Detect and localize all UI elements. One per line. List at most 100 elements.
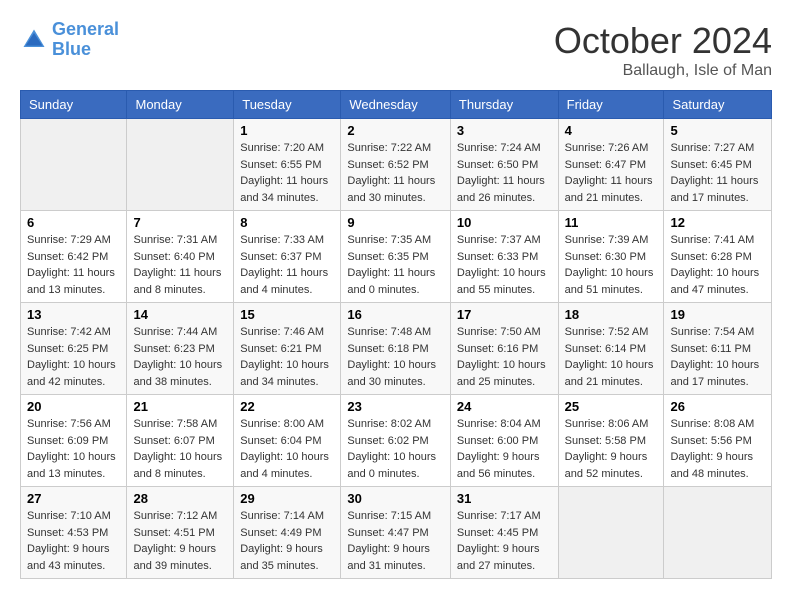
day-number: 7 <box>133 215 227 230</box>
calendar-cell: 11 Sunrise: 7:39 AM Sunset: 6:30 PM Dayli… <box>558 211 664 303</box>
weekday-header: Monday <box>127 91 234 119</box>
calendar-cell <box>664 487 772 579</box>
page-header: General Blue October 2024 Ballaugh, Isle… <box>20 20 772 80</box>
day-number: 4 <box>565 123 658 138</box>
calendar-cell: 14 Sunrise: 7:44 AM Sunset: 6:23 PM Dayli… <box>127 303 234 395</box>
calendar-cell <box>127 119 234 211</box>
calendar-cell <box>558 487 664 579</box>
day-info: Sunrise: 7:20 AM Sunset: 6:55 PM Dayligh… <box>240 140 334 206</box>
day-number: 11 <box>565 215 658 230</box>
day-info: Sunrise: 7:10 AM Sunset: 4:53 PM Dayligh… <box>27 508 120 574</box>
day-number: 25 <box>565 399 658 414</box>
logo-line2: Blue <box>52 39 91 59</box>
logo-text: General Blue <box>52 20 119 60</box>
calendar-cell: 20Sunrise: 7:56 AM Sunset: 6:09 PM Dayli… <box>21 395 127 487</box>
day-number: 18 <box>565 307 658 322</box>
calendar-week-row: 1 Sunrise: 7:20 AM Sunset: 6:55 PM Daylig… <box>21 119 772 211</box>
weekday-header: Saturday <box>664 91 772 119</box>
day-info: Sunrise: 7:50 AM Sunset: 6:16 PM Dayligh… <box>457 324 552 390</box>
calendar-cell: 9 Sunrise: 7:35 AM Sunset: 6:35 PM Daylig… <box>341 211 451 303</box>
logo: General Blue <box>20 20 119 60</box>
day-number: 14 <box>133 307 227 322</box>
day-number: 24 <box>457 399 552 414</box>
month-title: October 2024 <box>554 20 772 62</box>
day-number: 16 <box>347 307 444 322</box>
calendar-cell: 23Sunrise: 8:02 AM Sunset: 6:02 PM Dayli… <box>341 395 451 487</box>
day-number: 5 <box>670 123 765 138</box>
day-info: Sunrise: 7:46 AM Sunset: 6:21 PM Dayligh… <box>240 324 334 390</box>
day-number: 31 <box>457 491 552 506</box>
calendar-cell: 1 Sunrise: 7:20 AM Sunset: 6:55 PM Daylig… <box>234 119 341 211</box>
day-info: Sunrise: 8:08 AM Sunset: 5:56 PM Dayligh… <box>670 416 765 482</box>
calendar-cell: 4 Sunrise: 7:26 AM Sunset: 6:47 PM Daylig… <box>558 119 664 211</box>
day-number: 3 <box>457 123 552 138</box>
day-number: 29 <box>240 491 334 506</box>
weekday-header: Sunday <box>21 91 127 119</box>
day-info: Sunrise: 7:22 AM Sunset: 6:52 PM Dayligh… <box>347 140 444 206</box>
day-number: 2 <box>347 123 444 138</box>
calendar-cell: 21 Sunrise: 7:58 AM Sunset: 6:07 PM Dayli… <box>127 395 234 487</box>
day-info: Sunrise: 7:37 AM Sunset: 6:33 PM Dayligh… <box>457 232 552 298</box>
calendar-cell <box>21 119 127 211</box>
day-number: 28 <box>133 491 227 506</box>
day-number: 10 <box>457 215 552 230</box>
day-info: Sunrise: 7:41 AM Sunset: 6:28 PM Dayligh… <box>670 232 765 298</box>
day-info: Sunrise: 7:29 AM Sunset: 6:42 PM Dayligh… <box>27 232 120 298</box>
calendar-cell: 13 Sunrise: 7:42 AM Sunset: 6:25 PM Dayli… <box>21 303 127 395</box>
day-number: 9 <box>347 215 444 230</box>
logo-line1: General <box>52 19 119 39</box>
logo-icon <box>20 26 48 54</box>
day-info: Sunrise: 7:12 AM Sunset: 4:51 PM Dayligh… <box>133 508 227 574</box>
day-info: Sunrise: 7:58 AM Sunset: 6:07 PM Dayligh… <box>133 416 227 482</box>
day-info: Sunrise: 8:00 AM Sunset: 6:04 PM Dayligh… <box>240 416 334 482</box>
calendar-week-row: 13 Sunrise: 7:42 AM Sunset: 6:25 PM Dayli… <box>21 303 772 395</box>
day-number: 1 <box>240 123 334 138</box>
day-info: Sunrise: 7:54 AM Sunset: 6:11 PM Dayligh… <box>670 324 765 390</box>
calendar-cell: 31 Sunrise: 7:17 AM Sunset: 4:45 PM Dayli… <box>450 487 558 579</box>
day-number: 27 <box>27 491 120 506</box>
calendar-week-row: 20Sunrise: 7:56 AM Sunset: 6:09 PM Dayli… <box>21 395 772 487</box>
day-info: Sunrise: 7:48 AM Sunset: 6:18 PM Dayligh… <box>347 324 444 390</box>
day-info: Sunrise: 7:15 AM Sunset: 4:47 PM Dayligh… <box>347 508 444 574</box>
calendar-cell: 26 Sunrise: 8:08 AM Sunset: 5:56 PM Dayli… <box>664 395 772 487</box>
calendar-week-row: 6 Sunrise: 7:29 AM Sunset: 6:42 PM Daylig… <box>21 211 772 303</box>
day-number: 26 <box>670 399 765 414</box>
day-info: Sunrise: 7:31 AM Sunset: 6:40 PM Dayligh… <box>133 232 227 298</box>
day-number: 19 <box>670 307 765 322</box>
day-number: 21 <box>133 399 227 414</box>
day-info: Sunrise: 7:35 AM Sunset: 6:35 PM Dayligh… <box>347 232 444 298</box>
day-number: 23 <box>347 399 444 414</box>
day-info: Sunrise: 7:56 AM Sunset: 6:09 PM Dayligh… <box>27 416 120 482</box>
day-number: 12 <box>670 215 765 230</box>
calendar-cell: 17 Sunrise: 7:50 AM Sunset: 6:16 PM Dayli… <box>450 303 558 395</box>
day-number: 13 <box>27 307 120 322</box>
day-number: 17 <box>457 307 552 322</box>
calendar-cell: 19 Sunrise: 7:54 AM Sunset: 6:11 PM Dayli… <box>664 303 772 395</box>
weekday-header-row: SundayMondayTuesdayWednesdayThursdayFrid… <box>21 91 772 119</box>
day-number: 8 <box>240 215 334 230</box>
calendar-cell: 15 Sunrise: 7:46 AM Sunset: 6:21 PM Dayli… <box>234 303 341 395</box>
day-info: Sunrise: 7:17 AM Sunset: 4:45 PM Dayligh… <box>457 508 552 574</box>
day-info: Sunrise: 7:26 AM Sunset: 6:47 PM Dayligh… <box>565 140 658 206</box>
calendar-cell: 8 Sunrise: 7:33 AM Sunset: 6:37 PM Daylig… <box>234 211 341 303</box>
weekday-header: Thursday <box>450 91 558 119</box>
calendar-week-row: 27 Sunrise: 7:10 AM Sunset: 4:53 PM Dayli… <box>21 487 772 579</box>
day-info: Sunrise: 7:44 AM Sunset: 6:23 PM Dayligh… <box>133 324 227 390</box>
calendar-cell: 27 Sunrise: 7:10 AM Sunset: 4:53 PM Dayli… <box>21 487 127 579</box>
calendar-cell: 29Sunrise: 7:14 AM Sunset: 4:49 PM Dayli… <box>234 487 341 579</box>
day-number: 6 <box>27 215 120 230</box>
calendar-cell: 30Sunrise: 7:15 AM Sunset: 4:47 PM Dayli… <box>341 487 451 579</box>
day-info: Sunrise: 7:39 AM Sunset: 6:30 PM Dayligh… <box>565 232 658 298</box>
day-info: Sunrise: 8:06 AM Sunset: 5:58 PM Dayligh… <box>565 416 658 482</box>
day-info: Sunrise: 7:33 AM Sunset: 6:37 PM Dayligh… <box>240 232 334 298</box>
day-info: Sunrise: 7:42 AM Sunset: 6:25 PM Dayligh… <box>27 324 120 390</box>
weekday-header: Friday <box>558 91 664 119</box>
day-info: Sunrise: 7:27 AM Sunset: 6:45 PM Dayligh… <box>670 140 765 206</box>
calendar-cell: 10 Sunrise: 7:37 AM Sunset: 6:33 PM Dayli… <box>450 211 558 303</box>
calendar-cell: 6 Sunrise: 7:29 AM Sunset: 6:42 PM Daylig… <box>21 211 127 303</box>
calendar-cell: 28 Sunrise: 7:12 AM Sunset: 4:51 PM Dayli… <box>127 487 234 579</box>
day-number: 15 <box>240 307 334 322</box>
title-block: October 2024 Ballaugh, Isle of Man <box>554 20 772 80</box>
calendar-cell: 12 Sunrise: 7:41 AM Sunset: 6:28 PM Dayli… <box>664 211 772 303</box>
weekday-header: Wednesday <box>341 91 451 119</box>
